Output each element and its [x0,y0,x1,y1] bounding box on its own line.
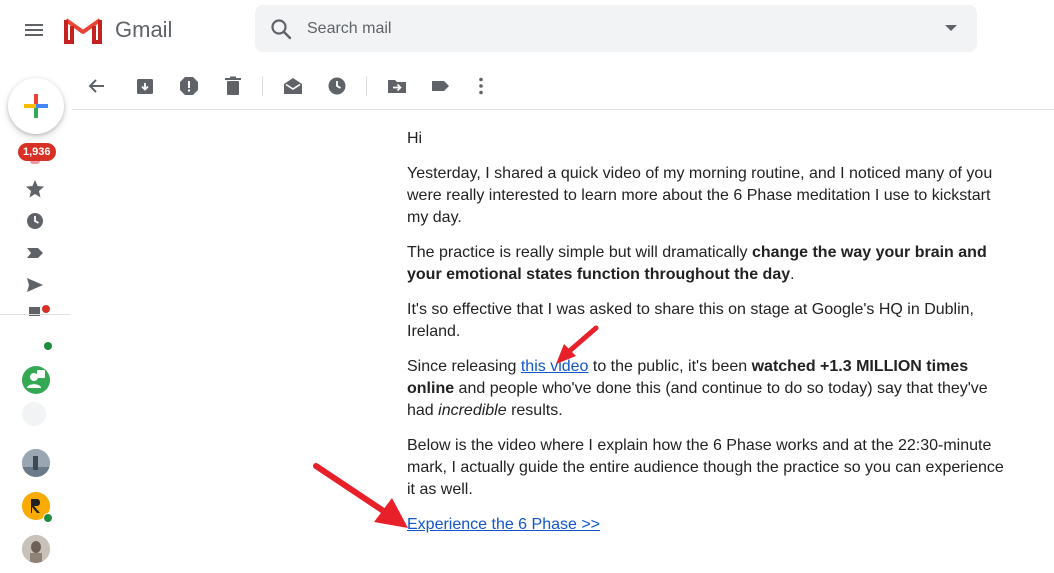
email-paragraph: The practice is really simple but will d… [407,244,987,283]
important-icon[interactable] [24,242,46,264]
avatar[interactable] [22,402,46,426]
more-vert-icon[interactable] [469,74,493,98]
status-online-dot [44,342,52,350]
experience-6-phase-link[interactable]: Experience the 6 Phase >> [407,516,600,533]
sidebar-divider [0,314,70,315]
app-header: Gmail [0,0,1054,60]
main-menu-button[interactable] [16,14,52,46]
compose-button[interactable] [8,78,64,134]
left-sidebar: 1,936 [0,60,70,573]
email-paragraph: Below is the video where I explain how t… [407,437,1004,498]
drafts-indicator-dot [42,305,50,313]
inbox-unread-badge: 1,936 [18,143,56,161]
move-to-icon[interactable] [385,74,409,98]
email-body: Hi Yesterday, I shared a quick video of … [407,128,1012,549]
delete-icon[interactable] [221,74,245,98]
hamburger-icon [25,24,43,26]
snooze-icon[interactable] [325,74,349,98]
avatar-photo-icon [22,535,50,563]
status-online-dot [43,513,53,523]
avatar[interactable] [22,535,50,563]
email-paragraph: Yesterday, I shared a quick video of my … [407,165,993,226]
search-icon[interactable] [269,17,293,41]
email-paragraph: It's so effective that I was asked to sh… [407,301,974,340]
gmail-logo[interactable] [64,14,102,44]
avatar[interactable] [22,366,50,394]
toolbar-separator [366,76,367,96]
email-greeting: Hi [407,130,423,147]
avatar[interactable] [22,449,50,477]
back-arrow-icon[interactable] [85,74,109,98]
email-italic-text: incredible [438,402,507,419]
annotation-arrow-icon [556,325,599,364]
search-bar[interactable] [255,5,977,52]
search-options-caret-icon[interactable] [945,25,957,31]
search-input[interactable] [307,15,907,43]
email-paragraph: Since releasing this video to the public… [407,358,988,419]
compose-plus-icon [24,94,48,118]
brand-name: Gmail [115,17,173,42]
archive-icon[interactable] [133,74,157,98]
send-icon[interactable] [24,274,46,296]
avatar-photo-icon [22,449,50,477]
toolbar-separator [262,76,263,96]
star-icon[interactable] [24,178,46,200]
mark-unread-icon[interactable] [281,74,305,98]
clock-icon[interactable] [24,210,46,232]
report-spam-icon[interactable] [177,74,201,98]
label-icon[interactable] [429,74,453,98]
message-toolbar [72,62,1054,110]
person-icon [27,370,45,388]
annotation-arrow-icon [313,463,408,528]
